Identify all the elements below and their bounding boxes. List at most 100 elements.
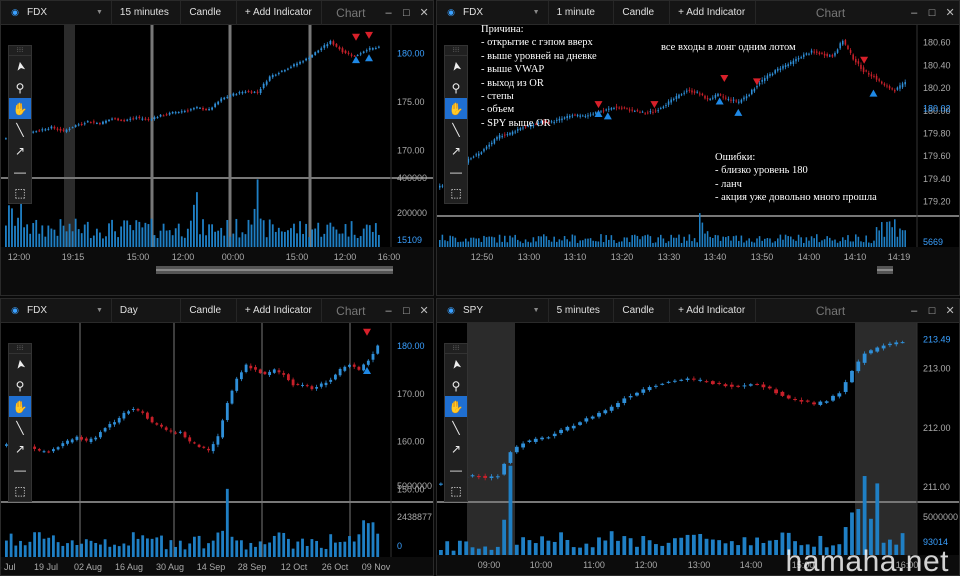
add-indicator-button[interactable]: + Add Indicator — [237, 1, 323, 25]
candle — [319, 383, 323, 387]
minimize-button[interactable]: – — [380, 299, 398, 323]
style-label: Candle — [622, 7, 655, 18]
candle — [102, 121, 104, 124]
candle — [769, 73, 771, 76]
hand-icon[interactable]: ✋ — [445, 98, 467, 119]
arrow-icon[interactable]: ↗ — [9, 140, 31, 161]
candle — [717, 93, 719, 97]
candle — [350, 54, 353, 56]
minimize-button[interactable]: – — [380, 1, 398, 25]
volume-bar — [508, 465, 513, 555]
hand-icon[interactable]: ✋ — [9, 98, 31, 119]
pointer-icon[interactable]: ➤ — [8, 352, 33, 377]
arrow-icon[interactable]: ↗ — [445, 438, 467, 459]
candle — [857, 61, 860, 64]
minimize-button[interactable]: – — [905, 1, 923, 25]
candle — [723, 384, 728, 387]
symbol-selector[interactable]: ◉ FDX ▼ — [1, 1, 112, 25]
chart-tab[interactable]: Chart — [322, 299, 380, 323]
chart-tab[interactable]: Chart — [756, 1, 905, 25]
symbol-selector[interactable]: ◉ FDX ▼ — [1, 299, 112, 323]
candle — [727, 98, 730, 100]
candle — [691, 378, 696, 380]
maximize-button[interactable]: □ — [397, 299, 415, 323]
candle — [310, 386, 314, 390]
maximize-button[interactable]: □ — [923, 299, 941, 323]
horizontal-line-icon[interactable]: — — [9, 459, 31, 480]
volume-bar — [498, 234, 501, 247]
chart-canvas[interactable]: 180.00170.00160.00150.005000000243887705… — [1, 323, 434, 576]
line-icon[interactable]: ╲ — [445, 417, 467, 438]
close-button[interactable]: ✕ — [415, 1, 433, 25]
zoom-icon[interactable]: ⚲ — [9, 77, 31, 98]
line-icon[interactable]: ╲ — [9, 119, 31, 140]
add-indicator-button[interactable]: + Add Indicator — [237, 299, 323, 323]
volume-bar — [310, 539, 314, 557]
arrow-icon[interactable]: ↗ — [445, 140, 467, 161]
symbol-selector[interactable]: ◉ FDX ▼ — [437, 1, 549, 25]
style-selector[interactable]: Candle — [614, 1, 671, 25]
pointer-icon[interactable]: ➤ — [444, 352, 469, 377]
hand-icon[interactable]: ✋ — [9, 396, 31, 417]
close-button[interactable]: ✕ — [415, 299, 433, 323]
horizontal-line-icon[interactable]: — — [9, 161, 31, 182]
candle — [105, 120, 107, 123]
style-selector[interactable]: Candle — [181, 299, 237, 323]
chart-tab[interactable]: Chart — [322, 1, 380, 25]
rectangle-icon[interactable]: ⬚ — [9, 480, 31, 501]
candle — [837, 393, 842, 397]
maximize-button[interactable]: □ — [397, 1, 415, 25]
chart-canvas[interactable]: 213.49213.00212.00211.0050000009301409:0… — [437, 323, 960, 576]
volume-bar — [470, 547, 475, 555]
interval-selector[interactable]: 5 minutes — [549, 299, 615, 323]
rectangle-icon[interactable]: ⬚ — [9, 182, 31, 203]
line-icon[interactable]: ╲ — [445, 119, 467, 140]
rectangle-icon[interactable]: ⬚ — [445, 182, 467, 203]
volume-bar — [186, 228, 189, 247]
hand-icon[interactable]: ✋ — [445, 396, 467, 417]
candle — [338, 47, 341, 50]
candle — [311, 54, 314, 58]
chart-canvas[interactable]: 180.00 175.00 170.00 400000 200000 15109 12:00… — [1, 25, 434, 296]
candle — [168, 112, 171, 115]
minimize-button[interactable]: – — [905, 299, 923, 323]
interval-selector[interactable]: Day — [112, 299, 182, 323]
volume-bar — [722, 236, 724, 247]
symbol-selector[interactable]: ◉ SPY ▼ — [437, 299, 549, 323]
volume-bar — [371, 522, 375, 557]
chart-tab[interactable]: Chart — [756, 299, 905, 323]
volume-bar — [446, 241, 449, 247]
style-selector[interactable]: Candle — [614, 299, 671, 323]
volume-bar — [904, 230, 906, 247]
pointer-icon[interactable]: ➤ — [444, 54, 469, 79]
interval-selector[interactable]: 1 minute — [549, 1, 615, 25]
pointer-icon[interactable]: ➤ — [8, 54, 33, 79]
zoom-icon[interactable]: ⚲ — [445, 375, 467, 396]
rectangle-icon[interactable]: ⬚ — [445, 480, 467, 501]
maximize-button[interactable]: □ — [923, 1, 941, 25]
candle — [476, 476, 481, 478]
annotation-line: - выход из OR — [481, 77, 544, 89]
interval-selector[interactable]: 15 minutes — [112, 1, 182, 25]
add-indicator-button[interactable]: + Add Indicator — [670, 1, 756, 25]
volume-bar — [74, 218, 77, 247]
horizontal-line-icon[interactable]: — — [445, 459, 467, 480]
close-button[interactable]: ✕ — [941, 1, 959, 25]
candle — [603, 410, 608, 414]
arrow-icon[interactable]: ↗ — [9, 438, 31, 459]
candle — [666, 381, 671, 383]
volume-bar — [673, 538, 677, 555]
volume-bar — [136, 538, 140, 557]
horizontal-line-icon[interactable]: — — [445, 161, 467, 182]
close-button[interactable]: ✕ — [941, 299, 959, 323]
style-selector[interactable]: Candle — [181, 1, 237, 25]
candle — [80, 437, 84, 440]
line-icon[interactable]: ╲ — [9, 417, 31, 438]
zoom-icon[interactable]: ⚲ — [9, 375, 31, 396]
candle — [169, 430, 173, 432]
volume-bar — [813, 238, 815, 247]
volume-bar — [223, 235, 226, 247]
interval-label: 15 minutes — [119, 7, 169, 18]
zoom-icon[interactable]: ⚲ — [445, 77, 467, 98]
add-indicator-button[interactable]: + Add Indicator — [670, 299, 756, 323]
